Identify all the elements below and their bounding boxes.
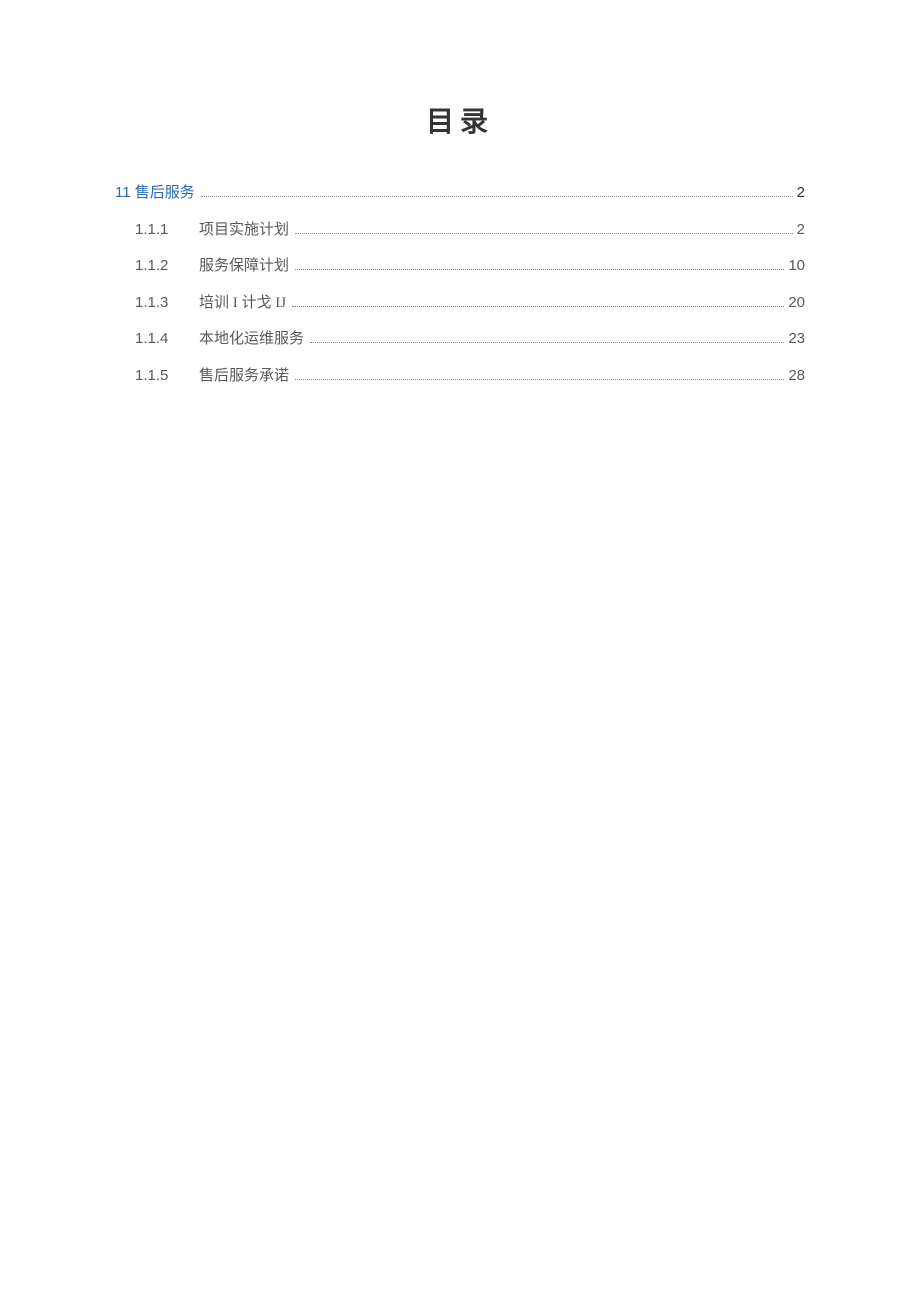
toc-page-number: 2 (797, 219, 805, 242)
toc-number: 1.1.4 (135, 328, 199, 351)
toc-page-number: 28 (788, 365, 805, 388)
toc-entry[interactable]: 1.1.4 本地化运维服务 23 (135, 328, 805, 351)
toc-leader-dots (292, 306, 784, 307)
toc-page-number: 2 (797, 182, 805, 205)
toc-label: 项目实施计划 (199, 219, 289, 242)
toc-entry[interactable]: 1.1.2 服务保障计划 10 (135, 255, 805, 278)
toc-page-number: 20 (788, 292, 805, 315)
toc-label: 培训 I 计戈 IJ (199, 292, 286, 315)
toc-leader-dots (295, 269, 784, 270)
toc-page-number: 10 (788, 255, 805, 278)
toc-leader-dots (310, 342, 784, 343)
toc-number: 1.1.2 (135, 255, 199, 278)
toc-leader-dots (295, 233, 793, 234)
toc-label: 本地化运维服务 (199, 328, 304, 351)
toc-number: 1.1.1 (135, 219, 199, 242)
toc-entry[interactable]: 1.1.3 培训 I 计戈 IJ 20 (135, 292, 805, 315)
toc-chapter-label: 11 售后服务 (115, 182, 195, 205)
toc-entry[interactable]: 1.1.1 项目实施计划 2 (135, 219, 805, 242)
toc-entry[interactable]: 1.1.5 售后服务承诺 28 (135, 365, 805, 388)
toc-entry-chapter[interactable]: 11 售后服务 2 (115, 182, 805, 205)
toc-number: 1.1.3 (135, 292, 199, 315)
toc-number: 1.1.5 (135, 365, 199, 388)
toc-leader-dots (201, 196, 793, 197)
toc-page-number: 23 (788, 328, 805, 351)
toc-label: 售后服务承诺 (199, 365, 289, 388)
page-title: 目录 (115, 100, 805, 140)
toc-leader-dots (295, 379, 784, 380)
toc-label: 服务保障计划 (199, 255, 289, 278)
